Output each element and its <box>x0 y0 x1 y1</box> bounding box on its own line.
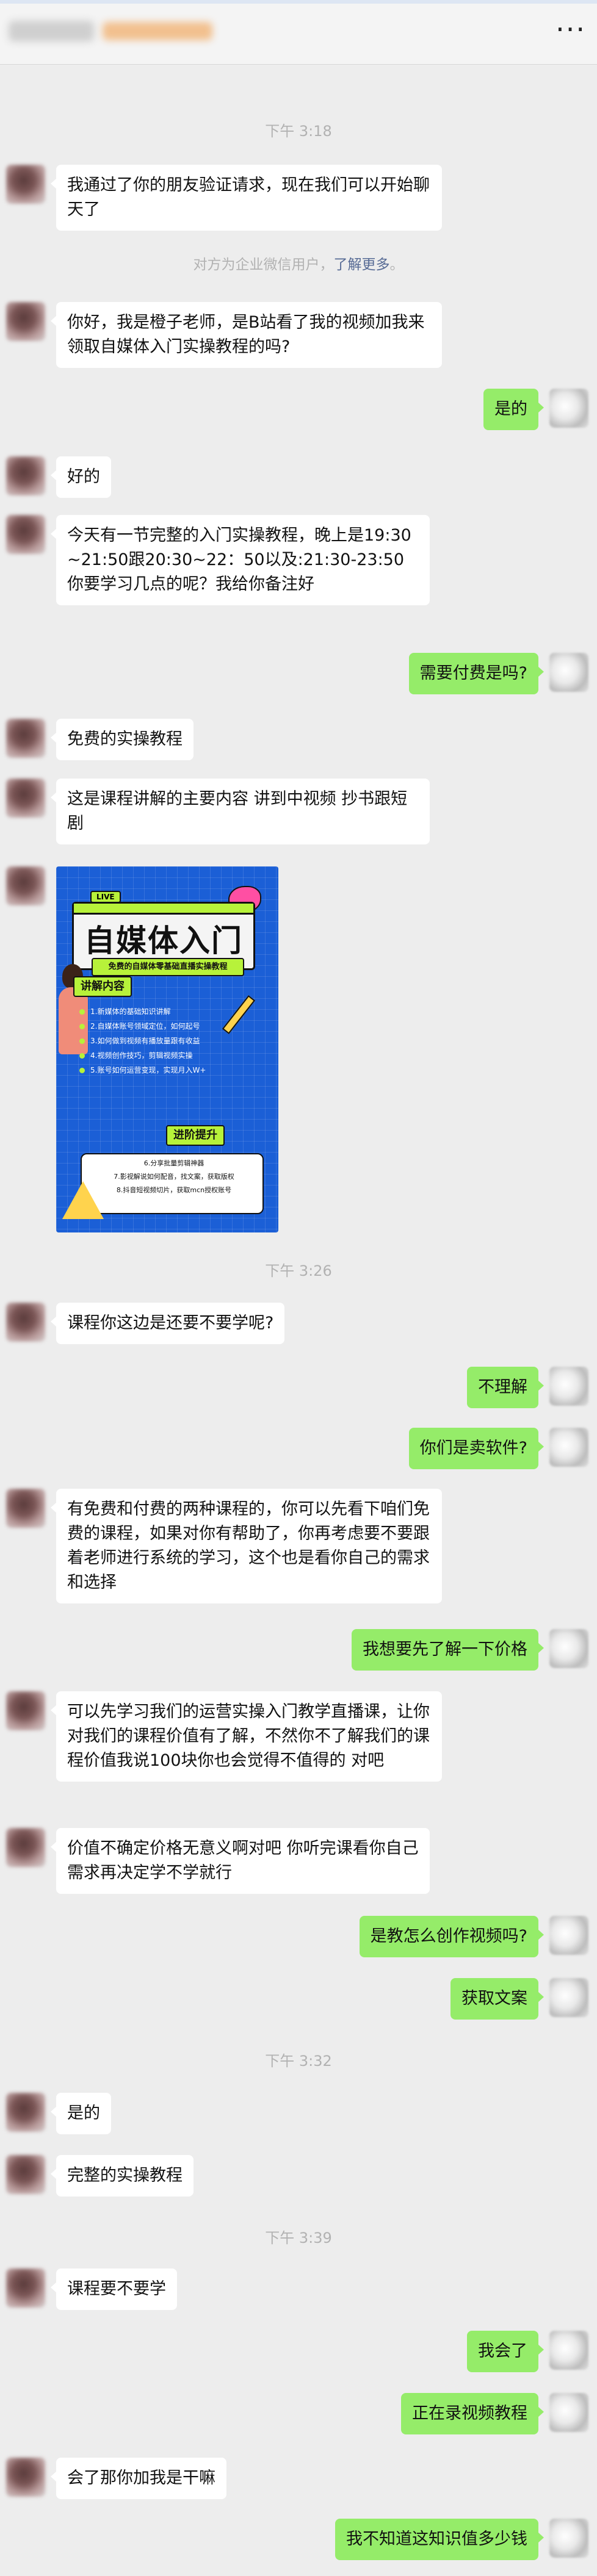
my-avatar[interactable] <box>549 1978 588 2017</box>
poster-item: 2.自媒体账号领域定位，如何起号 <box>79 1019 262 1034</box>
message-bubble[interactable]: 获取文案 <box>450 1978 544 2020</box>
poster-advanced-item: 8.抖音短视频切片，获取mcn授权账号 <box>116 1186 232 1194</box>
message-bubble[interactable]: 价值不确定价格无意义啊对吧 你听完课看你自己需求再决定学不学就行 <box>51 1828 430 1894</box>
contact-tag-redacted <box>103 22 212 40</box>
message-bubble[interactable]: 好的 <box>51 456 111 498</box>
message-bubble[interactable]: 我想要先了解一下价格 <box>352 1629 544 1671</box>
contact-avatar[interactable] <box>6 866 45 905</box>
contact-name-redacted[interactable] <box>9 21 94 41</box>
notice-suffix: 。 <box>389 257 404 273</box>
poster-advanced-item: 6.分享批量剪辑神器 <box>143 1159 204 1167</box>
message-bubble[interactable]: 完整的实操教程 <box>51 2155 194 2196</box>
contact-avatar[interactable] <box>6 1303 45 1342</box>
message-bubble[interactable]: 是的 <box>51 2093 111 2134</box>
message-bubble[interactable]: 我不知道这知识值多少钱 <box>335 2519 544 2560</box>
my-avatar[interactable] <box>549 389 588 428</box>
course-poster-image[interactable]: LIVE 自媒体入门 免费的自媒体零基础直播实操教程 讲解内容 1.新媒体的基础… <box>56 866 278 1232</box>
my-avatar[interactable] <box>549 1367 588 1406</box>
message-bubble[interactable]: 课程要不要学 <box>51 2268 177 2310</box>
message-bubble[interactable]: 你们是卖软件? <box>408 1428 545 1469</box>
poster-advanced-list: 6.分享批量剪辑神器 7.影视解说如何配音，找文案，获取版权 8.抖音短视频切片… <box>85 1157 262 1197</box>
message-bubble[interactable]: 我会了 <box>467 2331 544 2372</box>
more-options-icon[interactable]: ··· <box>555 15 586 43</box>
poster-window-bar <box>74 904 253 915</box>
message-bubble[interactable]: 我通过了你的朋友验证请求，现在我们可以开始聊天了 <box>51 165 442 231</box>
timestamp: 下午 3:32 <box>265 2053 332 2070</box>
chat-screen: ··· 下午 3:18 我通过了你的朋友验证请求，现在我们可以开始聊天了 对方为… <box>0 0 597 2576</box>
contact-avatar[interactable] <box>6 1828 45 1867</box>
notice-text: 对方为企业微信用户， <box>193 257 334 273</box>
poster-advanced-tag: 进阶提升 <box>166 1125 225 1146</box>
poster-live-badge: LIVE <box>90 891 121 903</box>
chat-header: ··· <box>0 4 597 65</box>
my-avatar[interactable] <box>549 1428 588 1467</box>
contact-avatar[interactable] <box>6 1489 45 1528</box>
contact-avatar[interactable] <box>6 2093 45 2132</box>
contact-avatar[interactable] <box>6 456 45 495</box>
contact-avatar[interactable] <box>6 515 45 554</box>
message-bubble[interactable]: 课程你这边是还要不要学呢? <box>50 1303 285 1344</box>
timestamp: 下午 3:39 <box>265 2229 332 2247</box>
poster-title: 自媒体入门 <box>84 923 243 959</box>
contact-avatar[interactable] <box>6 2268 45 2308</box>
contact-avatar[interactable] <box>6 165 45 204</box>
my-avatar[interactable] <box>549 1916 588 1955</box>
poster-section-tag: 讲解内容 <box>73 976 132 997</box>
contact-avatar[interactable] <box>6 779 45 818</box>
poster-advanced-item: 7.影视解说如何配音，找文案，获取版权 <box>114 1173 234 1181</box>
contact-avatar[interactable] <box>6 719 45 758</box>
message-bubble[interactable]: 免费的实操教程 <box>51 719 194 760</box>
poster-subtitle: 免费的自媒体零基础直播实操教程 <box>92 958 244 976</box>
message-bubble[interactable]: 是教怎么创作视频吗? <box>359 1916 545 1957</box>
timestamp: 下午 3:26 <box>265 1262 332 1279</box>
message-bubble[interactable]: 需要付费是吗? <box>408 653 545 694</box>
my-avatar[interactable] <box>549 1629 588 1668</box>
learn-more-link[interactable]: 了解更多 <box>334 257 390 273</box>
contact-avatar[interactable] <box>6 1691 45 1730</box>
my-avatar[interactable] <box>549 2393 588 2432</box>
message-bubble[interactable]: 正在录视频教程 <box>401 2393 544 2434</box>
poster-item: 5.账号如何运营变现，实现月入W+ <box>79 1063 262 1078</box>
poster-item: 4.视频创作技巧，剪辑视频实操 <box>79 1048 262 1063</box>
system-notice: 对方为企业微信用户，了解更多。 <box>0 253 597 273</box>
contact-avatar[interactable] <box>6 302 45 341</box>
timestamp: 下午 3:18 <box>265 123 332 140</box>
message-bubble[interactable]: 是的 <box>483 389 544 430</box>
message-bubble[interactable]: 这是课程讲解的主要内容 讲到中视频 抄书跟短剧 <box>51 779 430 844</box>
contact-avatar[interactable] <box>6 2155 45 2194</box>
poster-item: 3.如何做到视频有播放量跟有收益 <box>79 1034 262 1048</box>
my-avatar[interactable] <box>549 2519 588 2558</box>
message-bubble[interactable]: 可以先学习我们的运营实操入门教学直播课，让你对我们的课程价值有了解，不然你不了解… <box>51 1691 442 1782</box>
poster-item-list: 1.新媒体的基础知识讲解 2.自媒体账号领域定位，如何起号 3.如何做到视频有播… <box>79 1004 262 1078</box>
message-bubble[interactable]: 有免费和付费的两种课程的，你可以先看下咱们免费的课程，如果对你有帮助了，你再考虑… <box>51 1489 442 1603</box>
ruler-triangle-decoration <box>62 1181 104 1219</box>
message-bubble[interactable]: 会了那你加我是干嘛 <box>51 2458 226 2499</box>
message-bubble[interactable]: 你好，我是橙子老师，是B站看了我的视频加我来领取自媒体入门实操教程的吗? <box>51 302 442 368</box>
poster-item: 1.新媒体的基础知识讲解 <box>79 1004 262 1019</box>
message-bubble[interactable]: 今天有一节完整的入门实操教程，晚上是19:30~21:50跟20:30~22：5… <box>51 515 430 605</box>
contact-avatar[interactable] <box>6 2458 45 2497</box>
message-bubble[interactable]: 不理解 <box>467 1367 544 1408</box>
my-avatar[interactable] <box>549 653 588 692</box>
my-avatar[interactable] <box>549 2331 588 2370</box>
